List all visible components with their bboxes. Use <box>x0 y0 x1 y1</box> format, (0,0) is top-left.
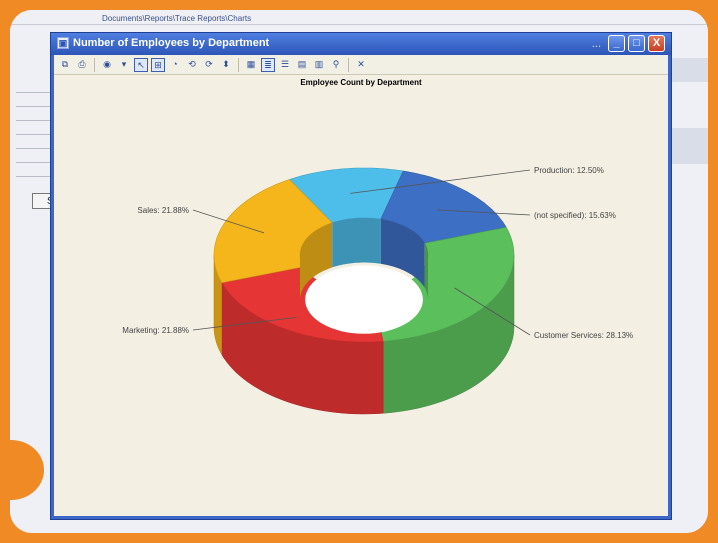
wall-icon[interactable]: ▦ <box>244 58 258 72</box>
elevation-icon[interactable]: ⬍ <box>219 58 233 72</box>
legend-icon[interactable]: ≣ <box>261 57 275 72</box>
background-breadcrumb[interactable]: Documents\Reports\Trace Reports\Charts <box>102 14 251 23</box>
export-icon[interactable]: ⚲ <box>329 58 343 72</box>
toolbar-separator <box>348 57 349 72</box>
settings-icon[interactable]: ✕ <box>354 58 368 72</box>
background-panel <box>670 58 708 82</box>
background-divider <box>10 24 708 25</box>
slice-label-1: (not specified): 15.63% <box>534 211 616 220</box>
doughnut-chart: Employee Count by Department Production:… <box>122 78 633 415</box>
chart-window: ▣ Number of Employees by Department ... … <box>50 32 672 520</box>
grid-icon[interactable]: ▤ <box>295 58 309 72</box>
doughnut-hole <box>305 265 423 334</box>
rotate-horizontal-icon[interactable]: ⟲ <box>185 58 199 72</box>
chart-title: Employee Count by Department <box>300 78 422 87</box>
window-controls: ... _ □ X <box>592 35 665 52</box>
background-panel <box>670 128 708 164</box>
window-titlebar[interactable]: ▣ Number of Employees by Department ... … <box>51 33 671 55</box>
slice-label-0: Production: 12.50% <box>534 166 604 175</box>
overflow-button[interactable]: ... <box>592 38 601 50</box>
rotate-vertical-icon[interactable]: ⟳ <box>202 58 216 72</box>
print-icon[interactable]: ⎙ <box>75 58 89 72</box>
inner-wall-0 <box>332 217 381 268</box>
close-button[interactable]: X <box>648 35 665 52</box>
dropdown-icon[interactable]: ▾ <box>117 58 131 72</box>
chart-toolbar: ⧉ ⎙ ◉ ▾ ↖ ⊞ ◔ ⟲ ⟳ ⬍ ▦ ≣ ☰ ▤ ▥ ⚲ ✕ <box>54 55 668 75</box>
zoom-icon[interactable]: ⊞ <box>151 57 165 72</box>
toolbar-separator <box>238 57 239 72</box>
copy-icon[interactable]: ⧉ <box>58 58 72 72</box>
slice-label-3: Marketing: 21.88% <box>122 326 189 335</box>
app-icon: ▣ <box>57 37 69 49</box>
chart-type-icon[interactable]: ◉ <box>100 58 114 72</box>
slice-label-4: Sales: 21.88% <box>137 206 189 215</box>
toolbar-separator <box>94 57 95 72</box>
pie-icon[interactable]: ◔ <box>168 58 182 72</box>
chart-canvas: Employee Count by Department Production:… <box>54 75 668 516</box>
labels-icon[interactable]: ☰ <box>278 58 292 72</box>
maximize-button[interactable]: □ <box>628 35 645 52</box>
window-title: Number of Employees by Department <box>73 37 270 49</box>
select-icon[interactable]: ↖ <box>134 57 148 72</box>
data-table-icon[interactable]: ▥ <box>312 58 326 72</box>
minimize-button[interactable]: _ <box>608 35 625 52</box>
slice-label-2: Customer Services: 28.13% <box>534 331 633 340</box>
